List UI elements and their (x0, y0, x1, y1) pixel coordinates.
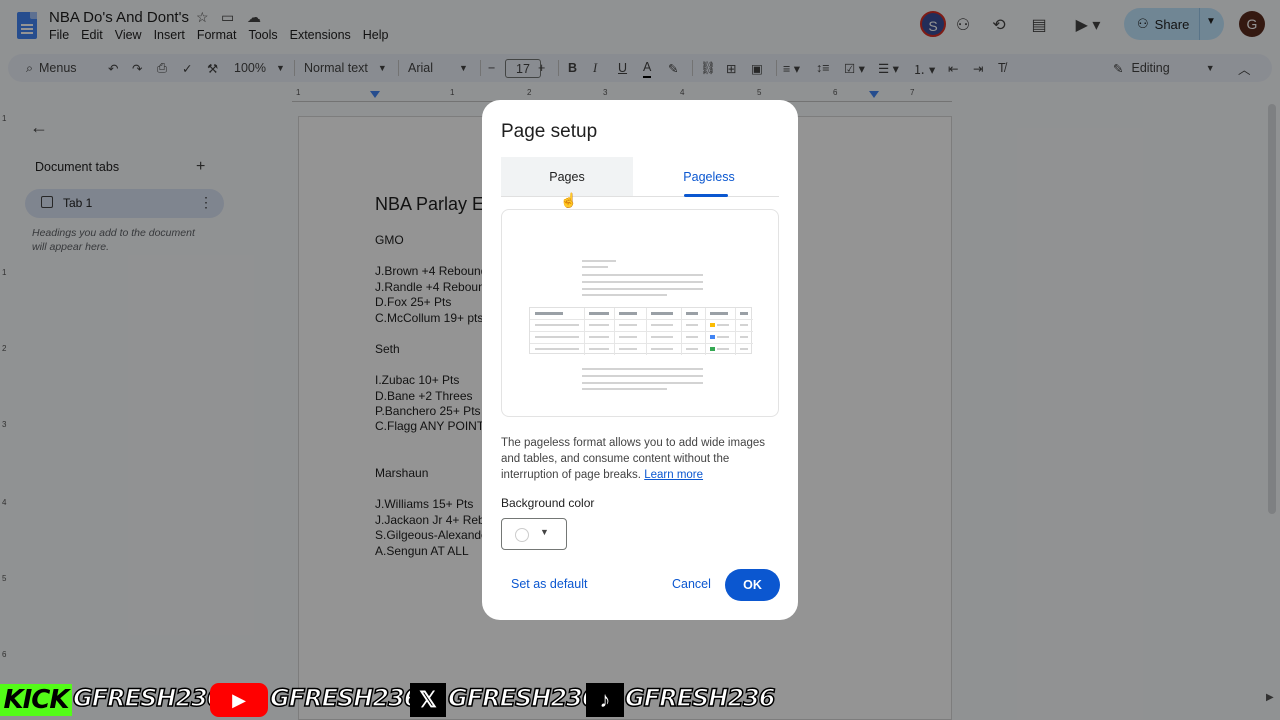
streamer-handle: GFRESH236 (624, 683, 776, 713)
pageless-description: The pageless format allows you to add wi… (501, 437, 766, 481)
ok-button[interactable]: OK (725, 569, 780, 601)
background-color-select[interactable]: ▼ (501, 518, 567, 550)
chevron-down-icon: ▼ (540, 527, 549, 537)
cancel-button[interactable]: Cancel (672, 577, 711, 591)
set-as-default-button[interactable]: Set as default (511, 577, 587, 591)
page-setup-dialog: Page setup Pages Pageless The pageless f… (482, 100, 798, 620)
color-swatch (515, 528, 529, 542)
streamer-handle: GFRESH236 (269, 683, 421, 713)
tab-pages[interactable]: Pages (501, 157, 633, 197)
hand-cursor-icon: ☝ (560, 192, 578, 208)
tiktok-icon: ♪ (586, 683, 624, 717)
pageless-preview-image (501, 209, 779, 417)
tab-divider (501, 196, 779, 197)
x-logo-icon: 𝕏 (410, 683, 446, 717)
background-color-label: Background color (501, 496, 595, 510)
active-tab-indicator (684, 194, 728, 197)
dialog-title: Page setup (501, 121, 598, 142)
youtube-icon: ▶ (210, 683, 268, 717)
preview-table (529, 307, 753, 355)
streamer-handle: GFRESH236 (72, 683, 224, 713)
streamer-handle: GFRESH236 (447, 683, 599, 713)
kick-logo: KICK (0, 684, 72, 716)
learn-more-link[interactable]: Learn more (644, 469, 703, 481)
tab-pageless[interactable]: Pageless (639, 157, 779, 197)
